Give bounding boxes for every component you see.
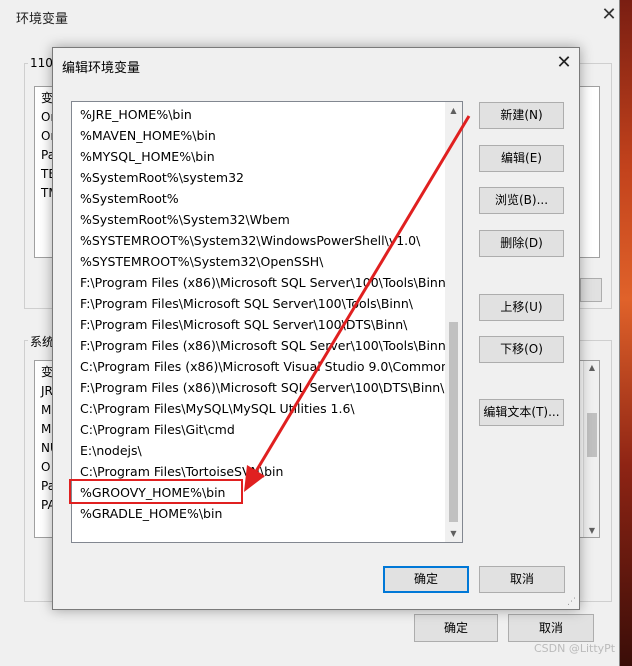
desktop-wallpaper: [618, 0, 632, 666]
path-list-item[interactable]: F:\Program Files (x86)\Microsoft SQL Ser…: [73, 272, 445, 293]
path-list-item[interactable]: C:\Program Files\Git\cmd: [73, 419, 445, 440]
path-list[interactable]: %JRE_HOME%\bin %MAVEN_HOME%\bin %MYSQL_HOM…: [71, 101, 463, 543]
close-icon[interactable]: ✕: [551, 52, 577, 76]
scroll-down-icon[interactable]: ▼: [584, 526, 599, 535]
user-list-button-fragment[interactable]: [580, 278, 602, 302]
cancel-button[interactable]: 取消: [479, 566, 565, 593]
scroll-down-icon[interactable]: ▼: [445, 525, 462, 542]
scroll-up-icon[interactable]: ▲: [445, 102, 462, 119]
path-list-item[interactable]: C:\Program Files\TortoiseSVN\bin: [73, 461, 445, 482]
path-list-item[interactable]: F:\Program Files (x86)\Microsoft SQL Ser…: [73, 335, 445, 356]
scroll-thumb[interactable]: [449, 322, 458, 522]
new-button[interactable]: 新建(N): [479, 102, 564, 129]
scroll-up-icon[interactable]: ▲: [584, 363, 599, 372]
path-list-item[interactable]: %JRE_HOME%\bin: [73, 104, 445, 125]
dialog-title: 编辑环境变量: [62, 61, 141, 76]
delete-button[interactable]: 删除(D): [479, 230, 564, 257]
path-list-item[interactable]: %MYSQL_HOME%\bin: [73, 146, 445, 167]
path-list-item[interactable]: F:\Program Files\Microsoft SQL Server\10…: [73, 314, 445, 335]
parent-ok-button[interactable]: 确定: [414, 614, 498, 642]
path-list-item[interactable]: %SYSTEMROOT%\System32\WindowsPowerShell\…: [73, 230, 445, 251]
browse-button[interactable]: 浏览(B)...: [479, 187, 564, 214]
edit-button[interactable]: 编辑(E): [479, 145, 564, 172]
path-list-item[interactable]: %GRADLE_HOME%\bin: [73, 503, 445, 524]
move-down-button[interactable]: 下移(O): [479, 336, 564, 363]
path-list-item[interactable]: %MAVEN_HOME%\bin: [73, 125, 445, 146]
system-list-scrollbar[interactable]: ▲ ▼: [583, 361, 599, 537]
scroll-thumb[interactable]: [587, 413, 597, 457]
path-list-item[interactable]: %GROOVY_HOME%\bin: [73, 482, 445, 503]
parent-dialog-title: 环境变量: [16, 12, 69, 27]
edit-environment-variable-dialog: 编辑环境变量 ✕ %JRE_HOME%\bin %MAVEN_HOME%\bin%…: [52, 47, 580, 610]
path-list-item[interactable]: %SystemRoot%: [73, 188, 445, 209]
path-list-item[interactable]: C:\Program Files (x86)\Microsoft Visual …: [73, 356, 445, 377]
watermark: CSDN @LittyPt: [534, 642, 616, 655]
edit-text-button[interactable]: 编辑文本(T)...: [479, 399, 564, 426]
path-list-item[interactable]: C:\Program Files\MySQL\MySQL Utilities 1…: [73, 398, 445, 419]
close-icon[interactable]: ✕: [596, 3, 622, 29]
path-list-item[interactable]: %SystemRoot%\system32: [73, 167, 445, 188]
path-list-item[interactable]: F:\Program Files\Microsoft SQL Server\10…: [73, 293, 445, 314]
resize-grip-icon[interactable]: ⋰: [567, 597, 577, 607]
path-list-item[interactable]: E:\nodejs\: [73, 440, 445, 461]
ok-button[interactable]: 确定: [383, 566, 469, 593]
parent-cancel-button[interactable]: 取消: [508, 614, 594, 642]
path-list-item[interactable]: %SystemRoot%\System32\Wbem: [73, 209, 445, 230]
path-list-scrollbar[interactable]: ▲ ▼: [445, 102, 462, 542]
path-list-item[interactable]: %SYSTEMROOT%\System32\OpenSSH\: [73, 251, 445, 272]
path-list-item[interactable]: F:\Program Files (x86)\Microsoft SQL Ser…: [73, 377, 445, 398]
move-up-button[interactable]: 上移(U): [479, 294, 564, 321]
